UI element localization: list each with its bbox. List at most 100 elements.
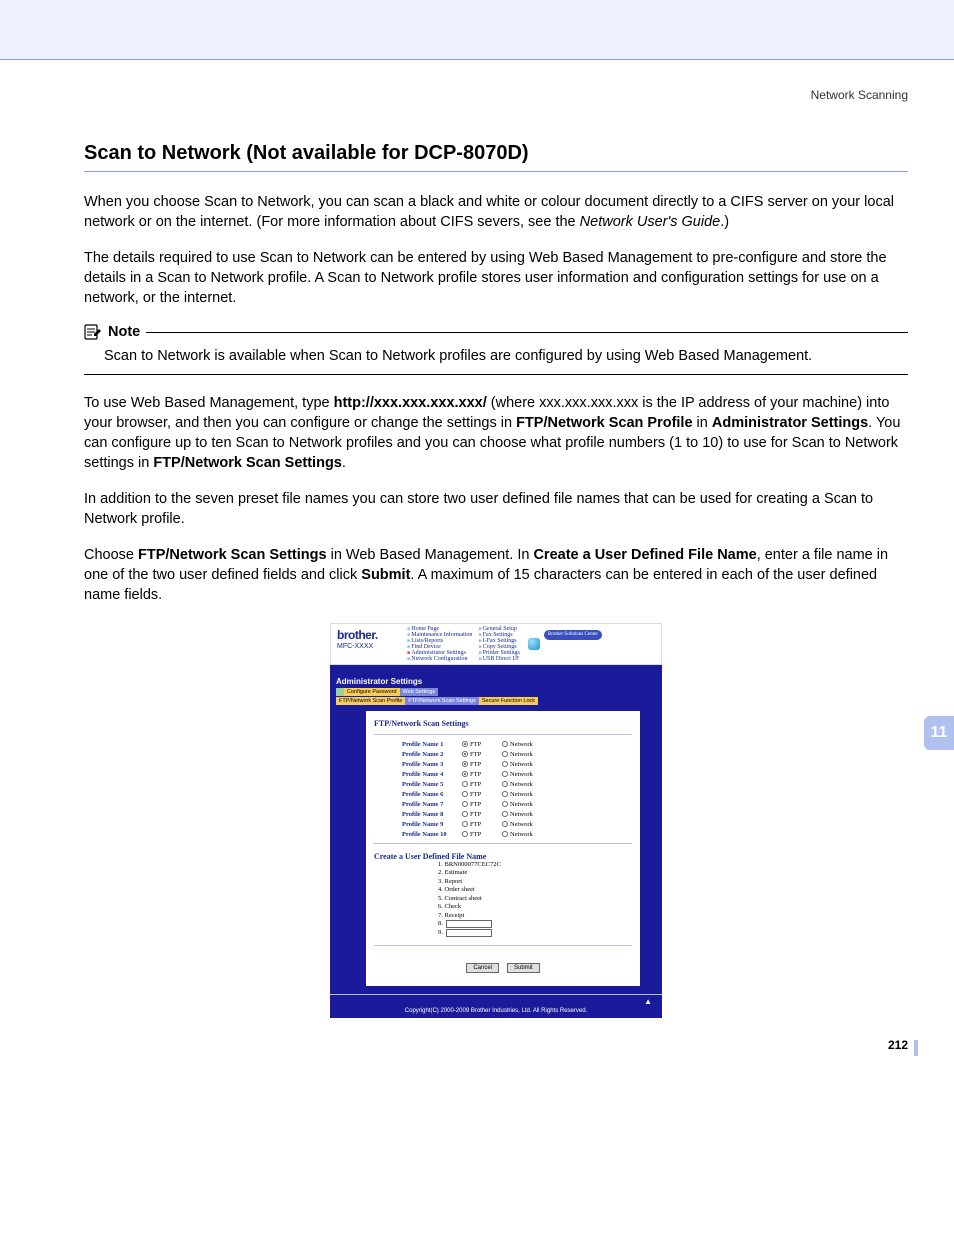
radio-ftp[interactable] <box>462 811 468 817</box>
radio-ftp[interactable] <box>462 781 468 787</box>
model-label: MFC-XXXX <box>337 643 407 650</box>
nav-links-col1: Home PageMaintenance InformationLists/Re… <box>407 626 478 662</box>
nav-link[interactable]: USB Direct I/F <box>478 656 519 662</box>
page-number-rule <box>914 1040 918 1056</box>
radio-ftp[interactable] <box>462 751 468 757</box>
preset-filename: 3. Report <box>374 878 632 886</box>
profile-row: Profile Name 4FTPNetwork <box>374 769 632 779</box>
text-bold: FTP/Network Scan Profile <box>516 415 692 431</box>
radio-ftp[interactable] <box>462 801 468 807</box>
filename-label: 8. <box>438 920 443 928</box>
tab[interactable]: FTP/Network Scan Profile <box>336 697 405 705</box>
running-head: Network Scanning <box>0 60 954 102</box>
paragraph-5: Choose FTP/Network Scan Settings in Web … <box>84 545 908 605</box>
paragraph-2: The details required to use Scan to Netw… <box>84 248 908 308</box>
radio-ftp[interactable] <box>462 791 468 797</box>
section-title: Scan to Network (Not available for DCP-8… <box>84 142 908 165</box>
page-top-band <box>0 0 954 60</box>
option-ftp: FTP <box>470 761 502 768</box>
note-rule-bottom <box>84 374 908 375</box>
wbm-header: brother. MFC-XXXX Home PageMaintenance I… <box>330 623 662 665</box>
radio-network[interactable] <box>502 791 508 797</box>
text-bold: Submit <box>361 567 410 583</box>
radio-network[interactable] <box>502 831 508 837</box>
preset-filename: 1. BRN000077CEC72C <box>374 861 632 869</box>
option-network: Network <box>510 811 533 818</box>
tab[interactable]: Web Settings <box>400 688 439 696</box>
tab[interactable]: FTP/Network Scan Settings <box>405 697 479 705</box>
user-filename-8: 8. <box>374 920 632 928</box>
text: . <box>342 455 346 471</box>
globe-icon <box>526 626 542 662</box>
preset-filename: 7. Receipt <box>374 912 632 920</box>
preset-filename: 5. Contract sheet <box>374 895 632 903</box>
profile-row: Profile Name 2FTPNetwork <box>374 749 632 759</box>
option-network: Network <box>510 801 533 808</box>
solutions-center-button[interactable]: Brother Solutions Center <box>544 630 602 640</box>
option-ftp: FTP <box>470 821 502 828</box>
option-ftp: FTP <box>470 811 502 818</box>
cancel-button[interactable]: Cancel <box>466 963 499 973</box>
tab[interactable]: Secure Function Lock <box>479 697 538 705</box>
option-ftp: FTP <box>470 801 502 808</box>
title-rule <box>84 171 908 172</box>
text: To use Web Based Management, type <box>84 395 334 411</box>
text: in Web Based Management. In <box>327 547 534 563</box>
text: Choose <box>84 547 138 563</box>
radio-network[interactable] <box>502 781 508 787</box>
radio-network[interactable] <box>502 811 508 817</box>
radio-ftp[interactable] <box>462 831 468 837</box>
option-ftp: FTP <box>470 791 502 798</box>
option-network: Network <box>510 751 533 758</box>
page-content: Scan to Network (Not available for DCP-8… <box>0 102 954 1078</box>
user-filename-input-9[interactable] <box>446 929 492 937</box>
paragraph-3: To use Web Based Management, type http:/… <box>84 393 908 473</box>
up-triangle-icon[interactable]: ▲ <box>330 995 662 1006</box>
submit-button[interactable]: Submit <box>507 963 540 973</box>
radio-network[interactable] <box>502 761 508 767</box>
text-italic: Network User's Guide <box>580 214 721 230</box>
tab <box>336 688 344 696</box>
radio-network[interactable] <box>502 751 508 757</box>
radio-ftp[interactable] <box>462 741 468 747</box>
radio-ftp[interactable] <box>462 821 468 827</box>
user-filename-input-8[interactable] <box>446 920 492 928</box>
panel-title-2: Create a User Defined File Name <box>374 852 632 861</box>
radio-network[interactable] <box>502 771 508 777</box>
note-block: Note Scan to Network is available when S… <box>84 324 908 375</box>
preset-filename: 6. Check <box>374 903 632 911</box>
profile-label: Profile Name 7 <box>402 801 462 808</box>
profile-row: Profile Name 3FTPNetwork <box>374 759 632 769</box>
wbm-body: Administrator Settings Configure Passwor… <box>330 665 662 1018</box>
user-filename-9: 9. <box>374 929 632 937</box>
filename-label: 9. <box>438 929 443 937</box>
panel-title: FTP/Network Scan Settings <box>374 719 632 728</box>
radio-network[interactable] <box>502 741 508 747</box>
wbm-screenshot: brother. MFC-XXXX Home PageMaintenance I… <box>330 623 662 1018</box>
radio-ftp[interactable] <box>462 761 468 767</box>
profile-label: Profile Name 4 <box>402 771 462 778</box>
note-body: Scan to Network is available when Scan t… <box>84 340 908 374</box>
profile-row: Profile Name 5FTPNetwork <box>374 779 632 789</box>
radio-network[interactable] <box>502 801 508 807</box>
admin-settings-heading: Administrator Settings <box>330 677 662 686</box>
note-heading: Note <box>84 324 140 340</box>
text: .) <box>720 214 729 230</box>
option-ftp: FTP <box>470 771 502 778</box>
profile-label: Profile Name 1 <box>402 741 462 748</box>
pencil-note-icon <box>84 324 102 340</box>
preset-filename: 4. Order sheet <box>374 886 632 894</box>
text-bold: FTP/Network Scan Settings <box>138 547 327 563</box>
tab[interactable]: Configure Password <box>344 688 400 696</box>
option-network: Network <box>510 741 533 748</box>
profile-label: Profile Name 6 <box>402 791 462 798</box>
preset-filename: 2. Estimate <box>374 869 632 877</box>
radio-ftp[interactable] <box>462 771 468 777</box>
nav-link[interactable]: Network Configuration <box>407 656 472 662</box>
radio-network[interactable] <box>502 821 508 827</box>
profile-row: Profile Name 7 FTP Network <box>374 799 632 809</box>
chapter-tab: 11 <box>924 716 954 750</box>
profile-row: Profile Name 6FTPNetwork <box>374 789 632 799</box>
option-ftp: FTP <box>470 831 502 838</box>
wbm-copyright: Copyright(C) 2000-2009 Brother Industrie… <box>330 1006 662 1018</box>
